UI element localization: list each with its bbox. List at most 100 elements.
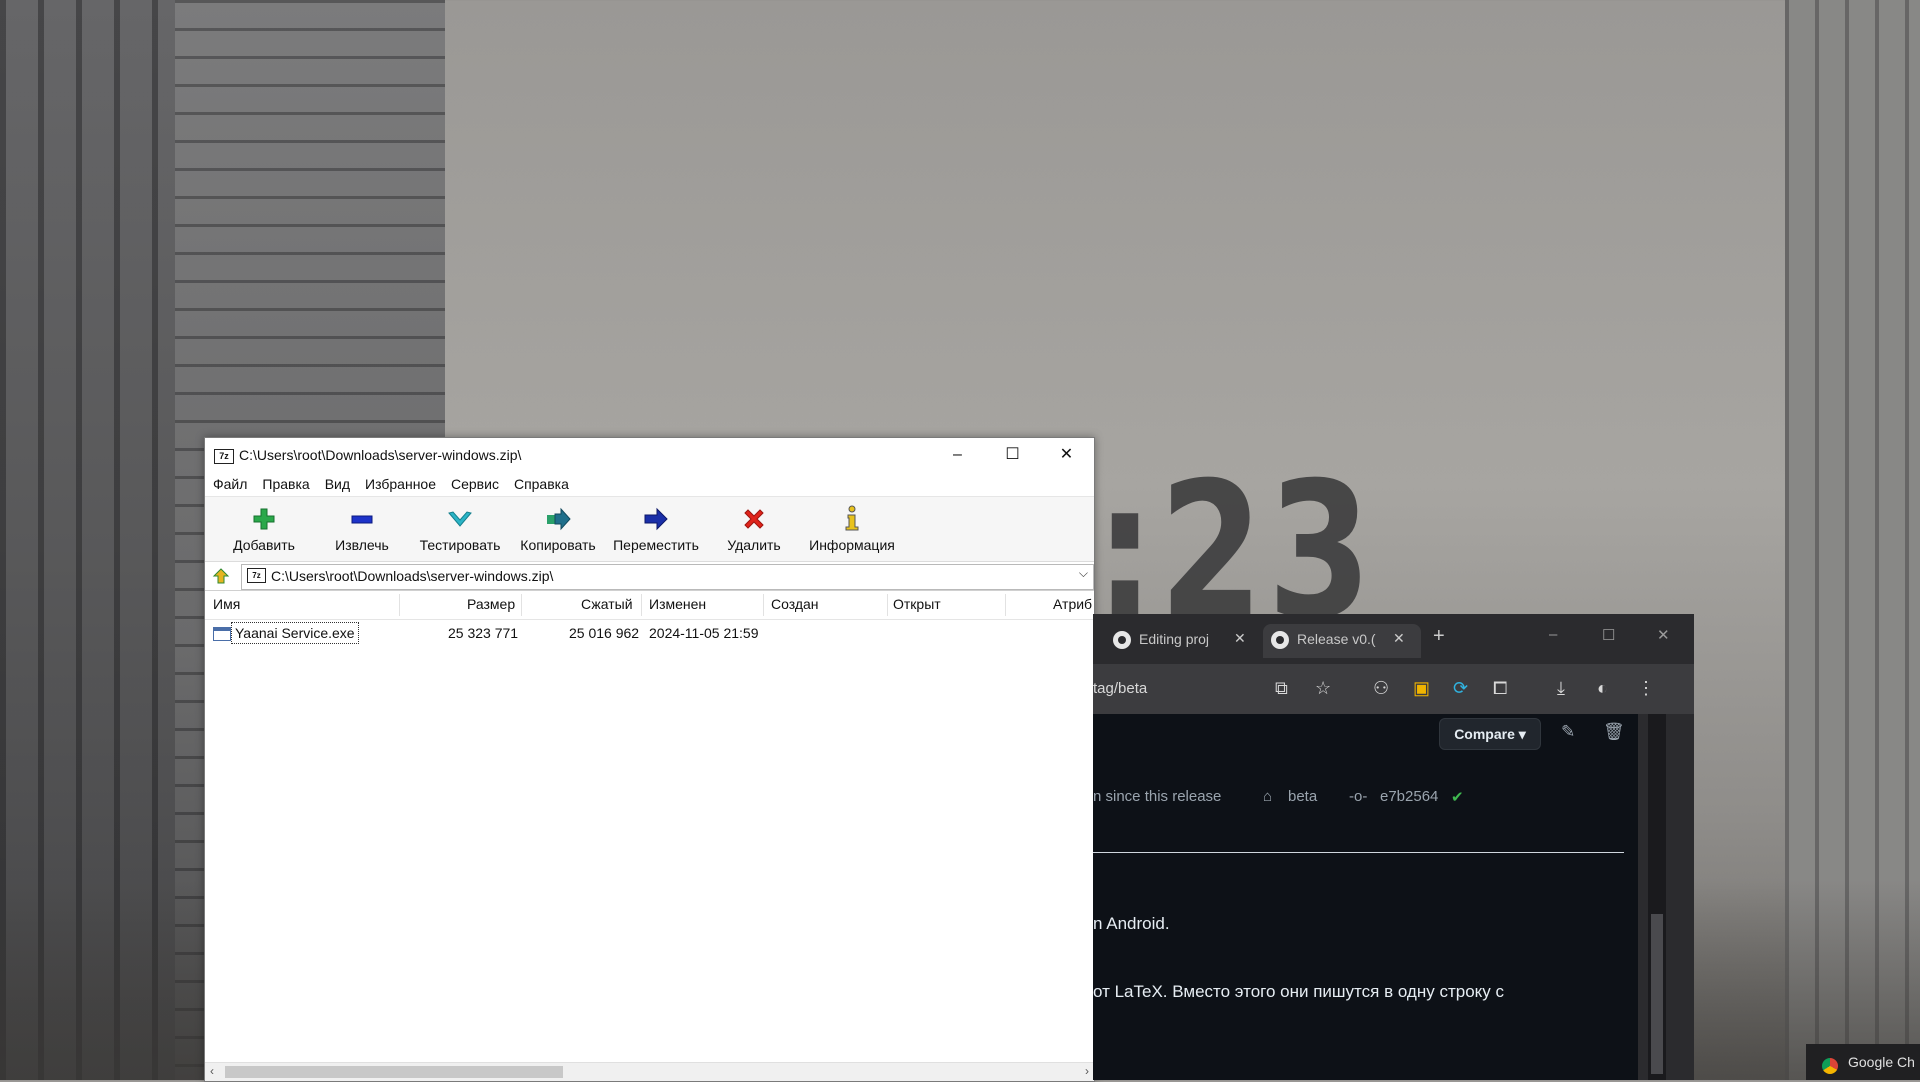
delete-x-icon bbox=[742, 497, 766, 531]
column-divider[interactable] bbox=[641, 594, 642, 616]
address-bar: 7z C:\Users\root\Downloads\server-window… bbox=[205, 562, 1094, 591]
menu-view[interactable]: Вид bbox=[325, 476, 350, 492]
info-icon bbox=[844, 497, 860, 531]
column-modified[interactable]: Изменен bbox=[649, 596, 706, 616]
github-icon bbox=[1271, 631, 1289, 649]
extract-button[interactable]: Извлечь bbox=[313, 497, 411, 561]
scroll-thumb[interactable] bbox=[225, 1066, 563, 1078]
file-row[interactable]: Yaanai Service.exe 25 323 771 25 016 962… bbox=[205, 620, 1094, 646]
file-name: Yaanai Service.exe bbox=[231, 622, 359, 644]
sevenzip-app-icon: 7z bbox=[214, 449, 234, 464]
horizontal-scrollbar[interactable]: ‹ › bbox=[205, 1062, 1094, 1081]
column-accessed[interactable]: Открыт bbox=[893, 596, 941, 616]
extension-lock-icon[interactable]: ▣ bbox=[1413, 678, 1430, 699]
path-text: C:\Users\root\Downloads\server-windows.z… bbox=[271, 568, 554, 584]
column-size[interactable]: Размер bbox=[467, 596, 515, 616]
sevenzip-titlebar[interactable]: 7z C:\Users\root\Downloads\server-window… bbox=[205, 438, 1094, 472]
test-button[interactable]: Тестировать bbox=[411, 497, 509, 561]
tag-icon: ⌂ bbox=[1263, 788, 1273, 805]
tab-release-title: Release v0.( bbox=[1297, 631, 1376, 647]
scroll-right-icon[interactable]: › bbox=[1085, 1064, 1089, 1078]
up-folder-button[interactable] bbox=[211, 566, 231, 586]
info-button[interactable]: Информация bbox=[803, 497, 901, 561]
sevenzip-window: 7z C:\Users\root\Downloads\server-window… bbox=[204, 437, 1095, 1082]
minimize-button[interactable]: – bbox=[930, 438, 985, 472]
scroll-thumb[interactable] bbox=[1651, 914, 1663, 1074]
copy-label: Копировать bbox=[520, 537, 596, 553]
github-icon bbox=[1113, 631, 1131, 649]
column-divider[interactable] bbox=[399, 594, 400, 616]
chrome-close-button[interactable]: ✕ bbox=[1657, 626, 1670, 644]
tab-release[interactable]: Release v0.( ✕ bbox=[1263, 624, 1421, 658]
close-tab-icon[interactable]: ✕ bbox=[1234, 630, 1246, 647]
column-divider[interactable] bbox=[887, 594, 888, 616]
minus-icon bbox=[350, 497, 374, 531]
move-button[interactable]: Переместить bbox=[607, 497, 705, 561]
menu-bar: Файл Правка Вид Избранное Сервис Справка bbox=[205, 472, 1094, 496]
release-notes-line-2: от LaTeX. Вместо этого они пишутся в одн… bbox=[1093, 982, 1504, 1001]
menu-file[interactable]: Файл bbox=[213, 476, 247, 492]
menu-help[interactable]: Справка bbox=[514, 476, 569, 492]
extensions-puzzle-icon[interactable]: ⧠ bbox=[1493, 678, 1507, 699]
column-attributes[interactable]: Атриб bbox=[1053, 596, 1092, 616]
delete-label: Удалить bbox=[727, 537, 781, 553]
extract-label: Извлечь bbox=[335, 537, 389, 553]
copy-arrow-icon bbox=[545, 497, 571, 531]
column-divider[interactable] bbox=[521, 594, 522, 616]
window-title: C:\Users\root\Downloads\server-windows.z… bbox=[239, 447, 522, 463]
chrome-logo-icon bbox=[1822, 1058, 1838, 1074]
add-button[interactable]: Добавить bbox=[215, 497, 313, 561]
commit-icon: -o- bbox=[1349, 788, 1368, 805]
file-modified: 2024-11-05 21:59 bbox=[649, 625, 759, 641]
tab-editing[interactable]: Editing proj ✕ bbox=[1113, 624, 1253, 658]
trash-icon[interactable]: 🗑 bbox=[1603, 722, 1625, 742]
close-button[interactable]: ✕ bbox=[1039, 438, 1094, 472]
add-label: Добавить bbox=[233, 537, 295, 553]
close-tab-icon[interactable]: ✕ bbox=[1393, 630, 1405, 647]
menu-edit[interactable]: Правка bbox=[262, 476, 309, 492]
chrome-tab-strip: Editing proj ✕ Release v0.( ✕ + – ☐ ✕ bbox=[1093, 614, 1694, 664]
page-scrollbar[interactable] bbox=[1638, 714, 1694, 1080]
verified-check-icon: ✔ bbox=[1451, 789, 1464, 806]
menu-tools[interactable]: Сервис bbox=[451, 476, 499, 492]
extension-sync-icon[interactable]: ⟳ bbox=[1453, 678, 1468, 699]
chrome-toolbar: tag/beta ⧉ ☆ ⚇ ▣ ⟳ ⧠ ⤓ ◐ ⋮ bbox=[1093, 664, 1694, 714]
column-divider[interactable] bbox=[763, 594, 764, 616]
file-packed-size: 25 016 962 bbox=[569, 625, 640, 641]
extension-spy-icon[interactable]: ⚇ bbox=[1373, 678, 1389, 699]
bookmark-star-icon[interactable]: ☆ bbox=[1315, 678, 1331, 699]
profile-icon[interactable]: ◐ bbox=[1597, 678, 1608, 699]
move-arrow-icon bbox=[643, 497, 669, 531]
install-app-icon[interactable]: ⧉ bbox=[1275, 678, 1288, 699]
up-arrow-icon bbox=[212, 568, 230, 584]
github-release-page: Compare ▾ ✎ 🗑 n since this release ⌂ bet… bbox=[1093, 714, 1638, 1080]
column-divider[interactable] bbox=[1005, 594, 1006, 616]
test-label: Тестировать bbox=[419, 537, 501, 553]
section-divider bbox=[1093, 852, 1624, 853]
column-created[interactable]: Создан bbox=[771, 596, 819, 616]
chrome-window: Editing proj ✕ Release v0.( ✕ + – ☐ ✕ ta… bbox=[1093, 614, 1694, 1080]
url-text[interactable]: tag/beta bbox=[1093, 680, 1147, 697]
commits-since-text[interactable]: n since this release bbox=[1093, 788, 1221, 805]
chevron-down-icon[interactable]: ⌵ bbox=[1079, 566, 1088, 581]
chrome-minimize-button[interactable]: – bbox=[1549, 626, 1557, 643]
toolbar: Добавить Извлечь Тестировать Копировать … bbox=[205, 496, 1094, 562]
copy-button[interactable]: Копировать bbox=[509, 497, 607, 561]
commit-link[interactable]: e7b2564 bbox=[1380, 788, 1438, 805]
maximize-button[interactable]: ☐ bbox=[985, 438, 1040, 472]
column-name[interactable]: Имя bbox=[213, 596, 240, 616]
tag-link[interactable]: beta bbox=[1288, 788, 1317, 805]
edit-pencil-icon[interactable]: ✎ bbox=[1561, 722, 1575, 742]
scroll-left-icon[interactable]: ‹ bbox=[210, 1064, 214, 1078]
chrome-maximize-button[interactable]: ☐ bbox=[1602, 626, 1615, 644]
check-icon bbox=[447, 497, 473, 531]
move-label: Переместить bbox=[613, 537, 699, 553]
compare-button[interactable]: Compare ▾ bbox=[1439, 718, 1541, 750]
chrome-menu-icon[interactable]: ⋮ bbox=[1637, 678, 1655, 699]
delete-button[interactable]: Удалить bbox=[705, 497, 803, 561]
menu-favorites[interactable]: Избранное bbox=[365, 476, 436, 492]
new-tab-button[interactable]: + bbox=[1433, 625, 1445, 648]
exe-file-icon bbox=[213, 627, 231, 641]
column-packed[interactable]: Сжатый bbox=[581, 596, 633, 616]
download-icon[interactable]: ⤓ bbox=[1557, 678, 1565, 699]
